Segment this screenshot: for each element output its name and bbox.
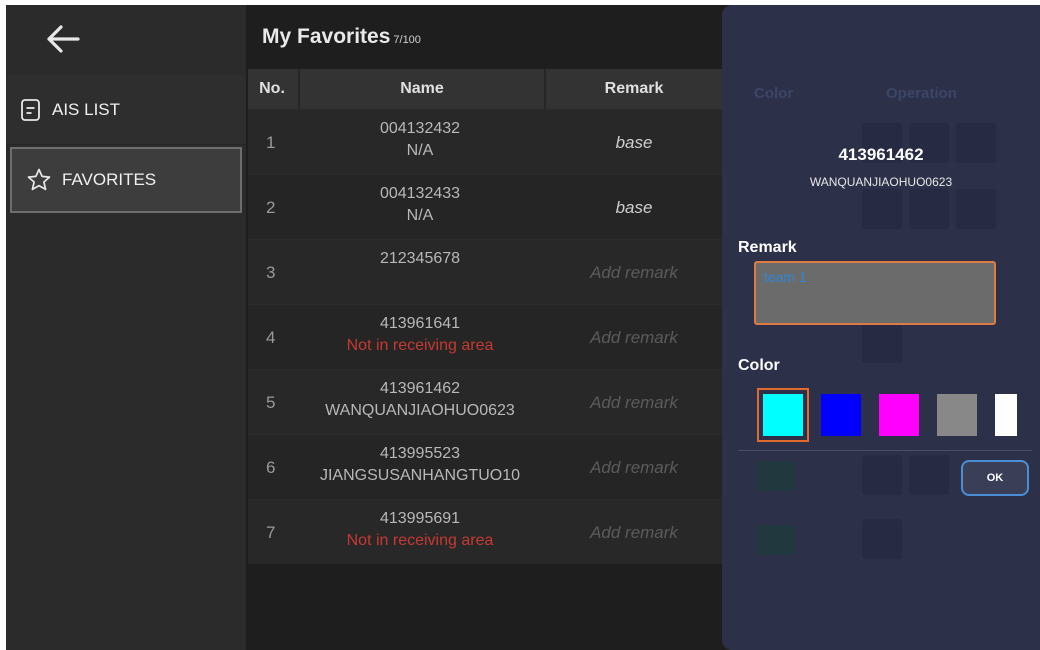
color-label: Color <box>738 357 780 374</box>
panel-ship-name: WANQUANJIAOHUO0623 <box>809 175 953 189</box>
row-remark[interactable]: Add remark <box>544 240 724 305</box>
table-row[interactable]: 2 004132433 N/A base <box>248 174 724 239</box>
row-number: 3 <box>266 262 276 282</box>
row-number: 2 <box>266 197 276 217</box>
row-remark[interactable]: Add remark <box>544 500 724 565</box>
page-title-text: My Favorites <box>262 25 391 48</box>
table-row[interactable]: 6 413995523 JIANGSUSANHANGTUO10 Add rema… <box>248 434 724 499</box>
table-header: No. Name Remark <box>248 69 724 109</box>
row-number: 4 <box>266 327 276 347</box>
table-row[interactable]: 7 413995691 Not in receiving area Add re… <box>248 499 724 564</box>
row-name-cell: 004132433 N/A <box>298 183 542 227</box>
bg-edit-icon <box>862 189 902 229</box>
sidebar-item-label: AIS LIST <box>52 99 121 119</box>
row-remark[interactable]: Add remark <box>544 370 724 435</box>
column-header-no: No. <box>259 80 285 97</box>
star-icon <box>26 167 52 193</box>
row-name-cell: 413995523 JIANGSUSANHANGTUO10 <box>298 443 542 487</box>
bg-color-cell <box>756 525 794 555</box>
bg-edit-icon <box>909 189 949 229</box>
table-row[interactable]: 1 004132432 N/A base <box>248 109 724 174</box>
bg-column-header-color: Color <box>754 85 794 102</box>
column-header-remark: Remark <box>604 80 664 97</box>
color-swatch-white[interactable] <box>995 394 1017 436</box>
row-remark[interactable]: base <box>544 110 724 175</box>
remark-label: Remark <box>738 239 797 256</box>
color-swatch-blue[interactable] <box>821 394 861 436</box>
column-header-name[interactable]: Name <box>298 69 546 109</box>
bg-edit-icon <box>862 455 902 495</box>
row-mmsi: 413961462 <box>379 380 461 397</box>
row-number: 7 <box>266 522 276 542</box>
color-swatch-gray[interactable] <box>937 394 977 436</box>
row-name-cell: 413995691 Not in receiving area <box>298 508 542 552</box>
row-name-cell: 413961462 WANQUANJIAOHUO0623 <box>298 378 542 422</box>
sidebar: AIS LIST FAVORITES <box>6 5 246 650</box>
bg-edit-icon <box>862 519 902 559</box>
favorites-table: No. Name Remark 1 004132432 N/A base 2 0… <box>248 69 724 564</box>
bg-edit-icon <box>909 455 949 495</box>
row-ship-name: Not in receiving area <box>346 337 494 354</box>
row-name-cell: 004132432 N/A <box>298 118 542 162</box>
bg-color-cell <box>756 461 794 491</box>
row-remark[interactable]: Add remark <box>544 435 724 500</box>
row-mmsi: 004132433 <box>379 185 461 202</box>
row-mmsi: 413961641 <box>379 315 461 332</box>
row-ship-name: N/A <box>406 142 434 159</box>
panel-mmsi: 413961462 <box>838 145 924 164</box>
row-mmsi: 413995523 <box>379 445 461 462</box>
favorites-count: 7/100 <box>393 34 421 46</box>
row-ship-name: JIANGSUSANHANGTUO10 <box>319 467 521 484</box>
sidebar-item-ais-list[interactable]: AIS LIST <box>6 75 246 145</box>
sidebar-item-label: FAVORITES <box>62 170 157 189</box>
arrow-left-icon <box>47 25 80 53</box>
app-screen: AIS LIST FAVORITES My Favorites 7/100 No.… <box>6 5 1040 650</box>
row-ship-name: WANQUANJIAOHUO0623 <box>325 402 515 419</box>
table-row[interactable]: 5 413961462 WANQUANJIAOHUO0623 Add remar… <box>248 369 724 434</box>
row-mmsi: 004132432 <box>379 120 461 137</box>
ok-button[interactable]: OK <box>961 460 1029 496</box>
row-ship-name: N/A <box>406 207 434 224</box>
row-number: 5 <box>266 392 276 412</box>
row-number: 6 <box>266 457 276 477</box>
color-swatch-magenta[interactable] <box>879 394 919 436</box>
back-button[interactable] <box>38 17 88 61</box>
row-mmsi: 212345678 <box>379 250 461 267</box>
row-ship-name: Not in receiving area <box>346 532 494 549</box>
row-remark[interactable]: Add remark <box>544 305 724 370</box>
panel-divider <box>738 450 1032 451</box>
color-swatch-cyan[interactable] <box>757 388 809 442</box>
bg-column-header-operation: Operation <box>886 85 957 102</box>
document-icon <box>20 98 42 122</box>
row-name-cell: 212345678 <box>298 248 542 270</box>
table-row[interactable]: 3 212345678 Add remark <box>248 239 724 304</box>
bg-edit-icon <box>956 189 996 229</box>
row-mmsi: 413995691 <box>379 510 461 527</box>
row-number: 1 <box>266 132 276 152</box>
edit-favorite-panel: Color Operation 413961462 WANQUANJIAOHUO… <box>722 5 1040 650</box>
row-remark[interactable]: base <box>544 175 724 240</box>
table-row[interactable]: 4 413961641 Not in receiving area Add re… <box>248 304 724 369</box>
sidebar-item-favorites[interactable]: FAVORITES <box>10 147 242 213</box>
remark-input[interactable]: team 1 <box>754 261 996 325</box>
row-name-cell: 413961641 Not in receiving area <box>298 313 542 357</box>
page-title: My Favorites 7/100 <box>262 25 421 49</box>
bg-edit-icon <box>862 323 902 363</box>
